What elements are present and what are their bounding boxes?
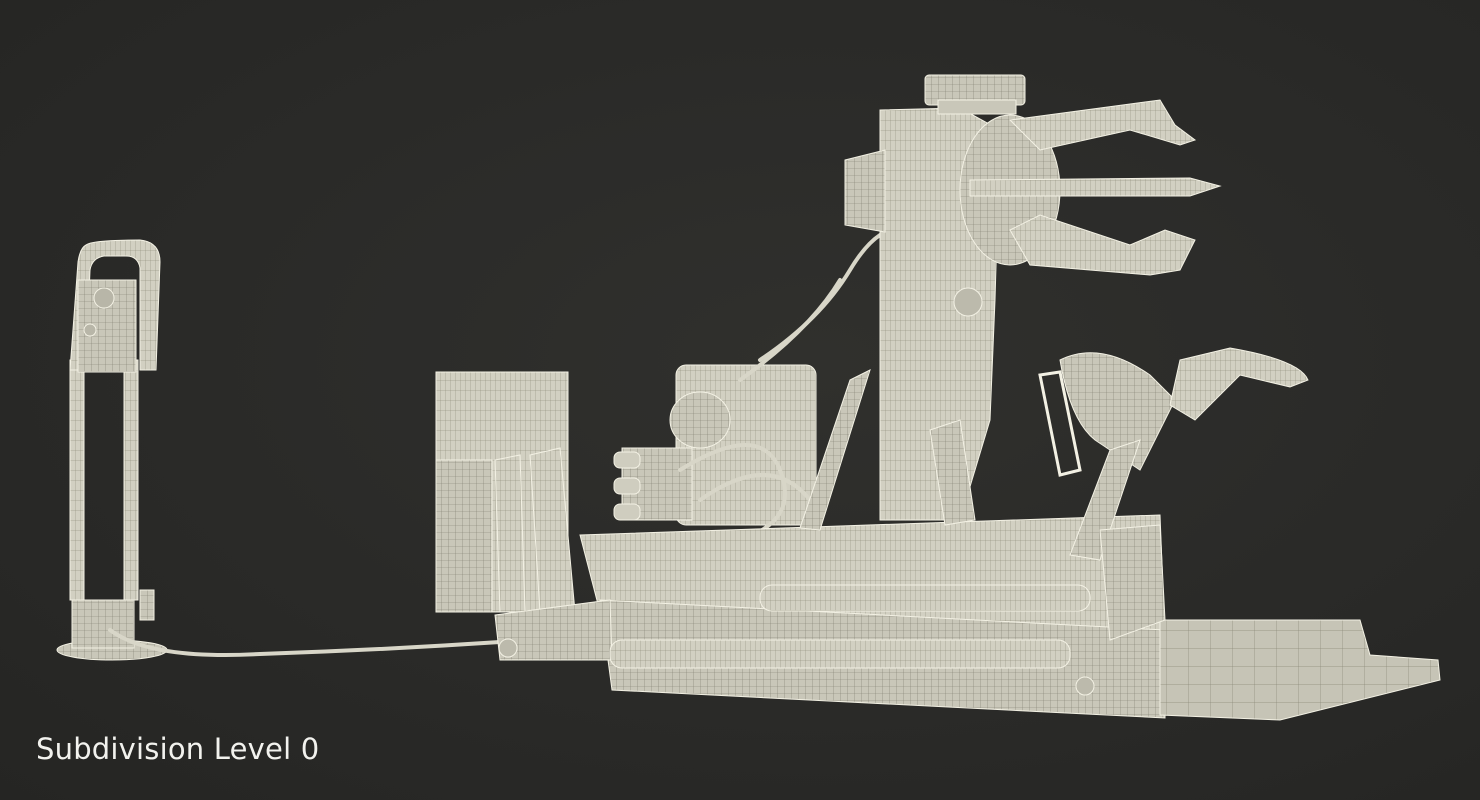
control-pedestal <box>56 239 168 661</box>
gripper-claw <box>959 99 1222 276</box>
subdivision-level-label: Subdivision Level 0 <box>36 732 320 766</box>
render-viewport <box>0 0 1480 800</box>
hydraulic-cabinet <box>435 371 576 613</box>
power-unit <box>613 233 882 542</box>
connecting-cable <box>108 628 502 657</box>
wireframe-render <box>56 74 1441 721</box>
floor-plate <box>1159 619 1441 721</box>
base-platform <box>494 514 1166 719</box>
